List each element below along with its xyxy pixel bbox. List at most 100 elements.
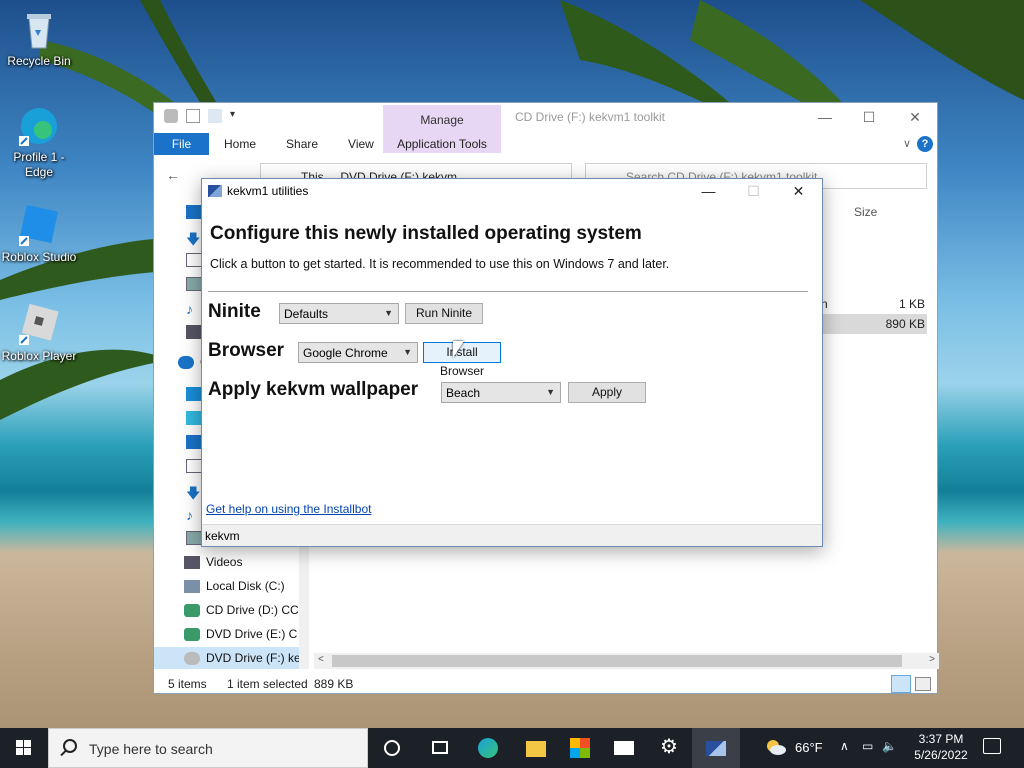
- downloads-icon[interactable]: 🡇: [186, 229, 202, 247]
- file-size: 1 KB: [898, 297, 925, 311]
- weather-temp[interactable]: 66°F: [795, 740, 823, 755]
- dvd-drive-icon: [184, 651, 200, 665]
- column-header-size[interactable]: Size: [854, 205, 877, 219]
- wallpaper-select[interactable]: Beach ▼: [441, 382, 561, 403]
- music-icon[interactable]: ♪: [186, 507, 202, 523]
- nav-dvd-drive-e[interactable]: DVD Drive (E:) C: [184, 623, 304, 645]
- nav-local-disk-c[interactable]: Local Disk (C:): [184, 575, 304, 597]
- ribbon-tabs: File Home Share View Application Tools: [154, 133, 937, 155]
- desktop-folder-icon[interactable]: [186, 205, 202, 219]
- close-button[interactable]: ✕: [776, 179, 821, 203]
- scroll-left-icon[interactable]: <: [318, 654, 324, 665]
- nav-dvd-drive-f[interactable]: DVD Drive (F:) ke: [154, 647, 309, 669]
- taskbar-kekvm-utilities[interactable]: [692, 728, 740, 768]
- edge-icon: [17, 104, 61, 148]
- clock-date: 5/26/2022: [914, 748, 968, 762]
- start-button[interactable]: [0, 728, 48, 768]
- manage-label: Manage: [420, 113, 464, 127]
- close-button[interactable]: ✕: [892, 103, 938, 131]
- chevron-up-icon[interactable]: ∧: [840, 739, 849, 753]
- large-icons-view-icon[interactable]: [915, 677, 931, 691]
- browser-label: Browser: [208, 340, 285, 361]
- file-row[interactable]: n 1 KB: [819, 294, 927, 314]
- taskbar-edge[interactable]: [464, 728, 512, 768]
- help-link[interactable]: Get help on using the Installbot: [206, 502, 371, 516]
- desktop-icon-recycle-bin[interactable]: Recycle Bin: [0, 8, 78, 69]
- ribbon-expand-icon[interactable]: ∨: [903, 137, 911, 150]
- videos-folder-icon[interactable]: [186, 325, 202, 339]
- desktop-icon-label: Recycle Bin: [7, 54, 71, 68]
- task-view-button[interactable]: [416, 728, 464, 768]
- chevron-down-icon[interactable]: ▾: [230, 109, 235, 123]
- weather-icon[interactable]: [763, 737, 787, 757]
- minimize-button[interactable]: —: [802, 103, 848, 131]
- browser-select[interactable]: Google Chrome ▼: [298, 342, 418, 363]
- clock[interactable]: 3:37 PM 5/26/2022: [913, 732, 969, 762]
- explorer-titlebar[interactable]: ▾ Manage CD Drive (F:) kekvm1 toolkit — …: [154, 103, 938, 153]
- tab-file[interactable]: File: [154, 133, 209, 155]
- tab-home[interactable]: Home: [209, 133, 271, 155]
- tab-view[interactable]: View: [333, 133, 389, 155]
- maximize-button[interactable]: ☐: [846, 103, 892, 131]
- horizontal-scrollbar[interactable]: < >: [314, 653, 939, 669]
- taskbar-search[interactable]: Type here to search: [48, 728, 368, 768]
- roblox-studio-icon: [17, 204, 61, 248]
- browser-selected-value: Google Chrome: [303, 346, 388, 360]
- quick-access-toolbar: ▾: [164, 109, 235, 123]
- 3d-objects-icon[interactable]: [186, 411, 202, 425]
- this-pc-icon[interactable]: [186, 387, 202, 401]
- search-icon: [63, 739, 77, 753]
- dialog-subtext: Click a button to get started. It is rec…: [210, 257, 670, 271]
- run-ninite-button[interactable]: Run Ninite: [405, 303, 483, 324]
- file-row-selected[interactable]: 890 KB: [819, 314, 927, 334]
- status-size: 889 KB: [314, 677, 354, 691]
- downloads-icon[interactable]: 🡇: [186, 483, 202, 501]
- back-arrow-icon[interactable]: ←: [166, 167, 180, 183]
- taskbar-mail[interactable]: [600, 728, 648, 768]
- utilities-dialog[interactable]: kekvm1 utilities — ☐ ✕ Configure this ne…: [201, 178, 823, 547]
- network-icon[interactable]: ▭: [862, 739, 873, 753]
- chevron-down-icon: ▼: [384, 308, 393, 318]
- details-view-icon[interactable]: [891, 675, 911, 693]
- scroll-right-icon[interactable]: >: [929, 654, 935, 665]
- tab-application-tools[interactable]: Application Tools: [383, 133, 501, 155]
- pictures-icon[interactable]: [186, 531, 202, 545]
- videos-icon: [184, 555, 200, 569]
- volume-muted-icon[interactable]: 🔈: [882, 739, 897, 753]
- dialog-statusbar: kekvm: [202, 524, 822, 546]
- dialog-title: kekvm1 utilities: [227, 184, 309, 198]
- documents-icon[interactable]: [186, 253, 202, 267]
- notifications-icon[interactable]: [983, 738, 1001, 754]
- properties-icon[interactable]: [186, 109, 200, 123]
- dialog-body: Configure this newly installed operating…: [202, 203, 822, 524]
- nav-label: DVD Drive (F:) ke: [206, 651, 301, 665]
- minimize-button[interactable]: —: [686, 179, 731, 203]
- explorer-title: CD Drive (F:) kekvm1 toolkit: [515, 110, 666, 124]
- cloud-icon: [178, 355, 194, 369]
- nav-cd-drive-d[interactable]: CD Drive (D:) CC: [184, 599, 304, 621]
- app-icon: [208, 185, 222, 197]
- help-icon[interactable]: ?: [917, 136, 933, 152]
- store-icon: [570, 738, 590, 758]
- pictures-icon[interactable]: [186, 277, 202, 291]
- nav-videos[interactable]: Videos: [184, 551, 304, 573]
- cortana-button[interactable]: [368, 728, 416, 768]
- ninite-select[interactable]: Defaults ▼: [279, 303, 399, 324]
- taskbar-settings[interactable]: ⚙: [646, 728, 694, 768]
- taskbar-store[interactable]: [556, 728, 604, 768]
- dialog-titlebar[interactable]: kekvm1 utilities — ☐ ✕: [202, 179, 822, 203]
- new-folder-icon[interactable]: [208, 109, 222, 123]
- desktop-folder-icon[interactable]: [186, 435, 202, 449]
- music-icon[interactable]: ♪: [186, 301, 202, 317]
- scroll-thumb[interactable]: [332, 655, 902, 667]
- desktop-icon-roblox-player[interactable]: Roblox Player: [0, 303, 78, 364]
- recycle-bin-icon: [17, 8, 61, 52]
- nav-label: Videos: [206, 555, 243, 569]
- desktop-icon-edge-profile[interactable]: Profile 1 - Edge: [0, 104, 78, 180]
- apply-wallpaper-button[interactable]: Apply: [568, 382, 646, 403]
- tab-share[interactable]: Share: [271, 133, 333, 155]
- desktop-icon-label: Roblox Player: [1, 349, 77, 363]
- taskbar-file-explorer[interactable]: [512, 728, 560, 768]
- desktop-icon-roblox-studio[interactable]: Roblox Studio: [0, 204, 78, 265]
- documents-icon[interactable]: [186, 459, 202, 473]
